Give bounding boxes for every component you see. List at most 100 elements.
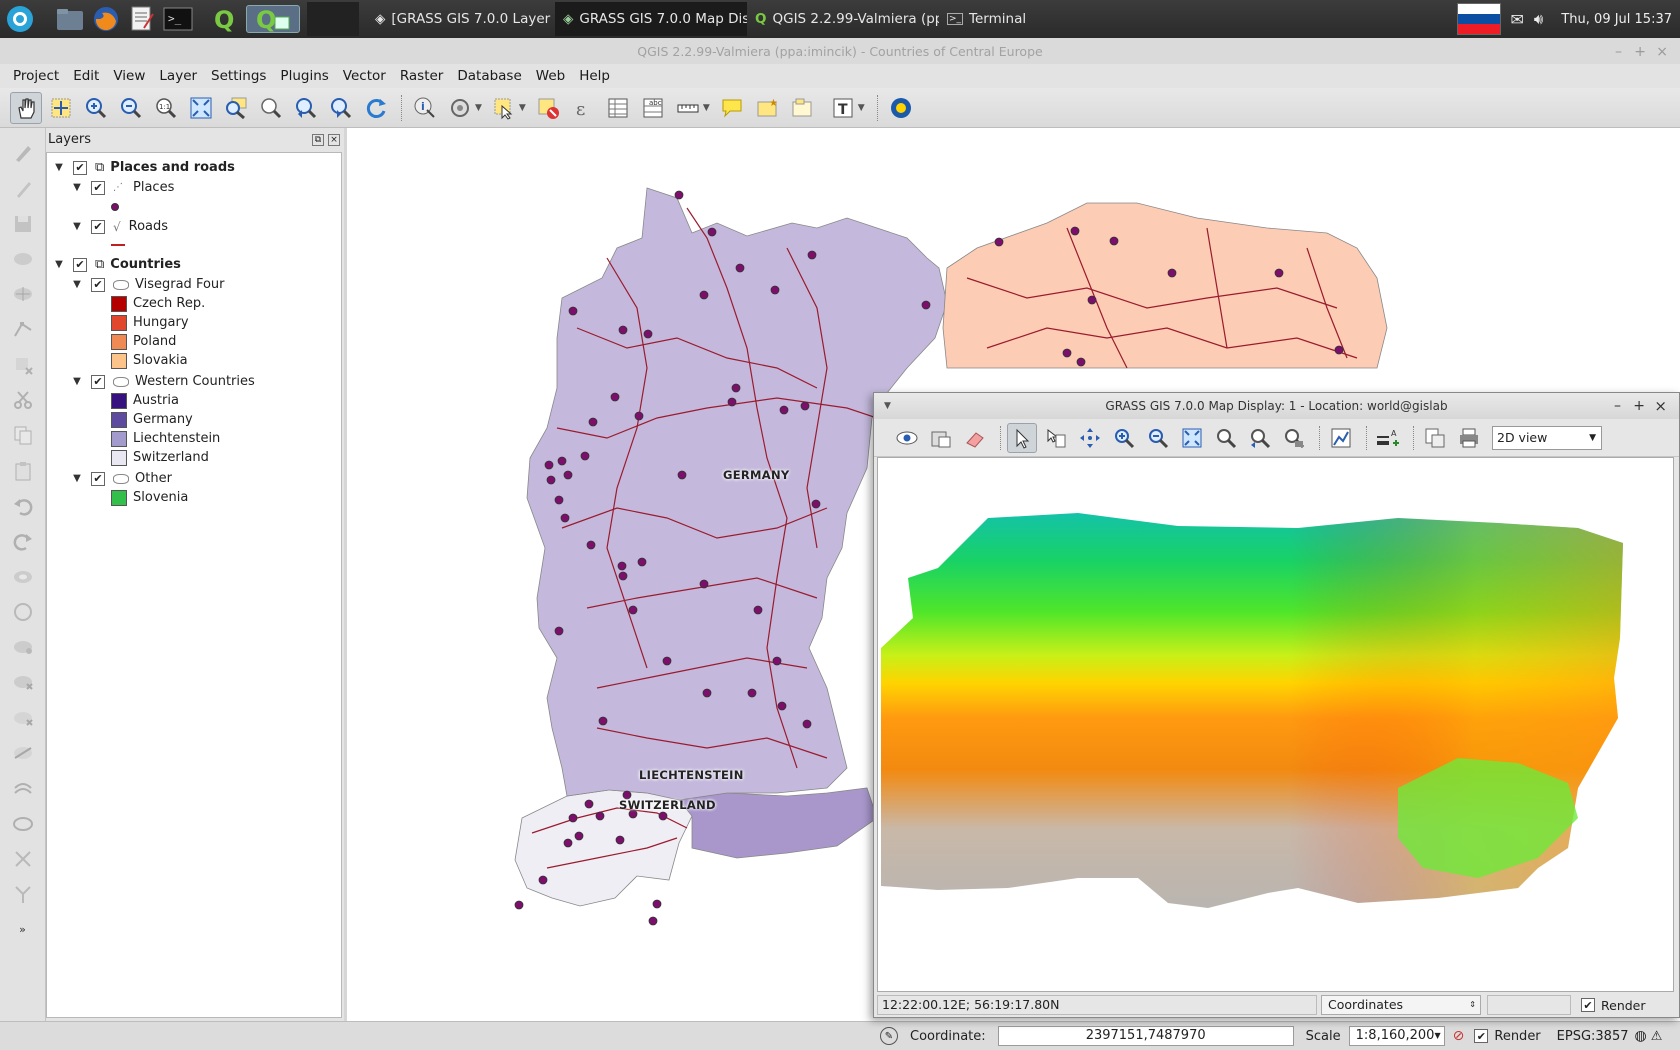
text-editor-icon[interactable] (127, 5, 157, 33)
menu-web[interactable]: Web (529, 68, 572, 84)
query-icon[interactable] (1041, 423, 1071, 453)
delete-selected-icon[interactable] (8, 350, 38, 380)
expand-arrow-icon[interactable]: ▼ (71, 279, 83, 290)
maximize-icon[interactable]: + (1633, 393, 1645, 419)
pointer-icon[interactable] (1007, 422, 1037, 453)
group-countries[interactable]: ▼ ✔ ⧉ Countries (53, 255, 181, 274)
text-annotation-icon[interactable]: T (827, 92, 859, 124)
add-map-elements-icon[interactable]: A (1373, 423, 1403, 453)
chevron-down-icon[interactable]: ▼ (703, 103, 710, 113)
task-qgis[interactable]: Q QGIS 2.2.99-Valmiera (ppa:i... (747, 2, 939, 36)
menu-raster[interactable]: Raster (393, 68, 451, 84)
menu-layer[interactable]: Layer (152, 68, 204, 84)
map-tips-icon[interactable] (716, 92, 748, 124)
layer-visibility-checkbox[interactable]: ✔ (73, 160, 87, 175)
display-map-eye-icon[interactable] (892, 423, 922, 453)
crs-label[interactable]: EPSG:3857 (1557, 1029, 1629, 1044)
delete-ring-icon[interactable] (8, 667, 38, 697)
fill-ring-icon[interactable] (8, 632, 38, 662)
new-bookmark-icon[interactable]: ★ (751, 92, 783, 124)
zoom-in-icon[interactable] (1109, 423, 1139, 453)
undo-icon[interactable] (8, 491, 38, 521)
zoom-layer-icon[interactable] (1211, 423, 1241, 453)
identify-icon[interactable]: i (409, 92, 441, 124)
deselect-all-icon[interactable] (532, 92, 564, 124)
qgis-grass-app-icon[interactable]: Q (246, 5, 300, 33)
split-features-icon[interactable] (8, 844, 38, 874)
expand-arrow-icon[interactable]: ▼ (53, 162, 65, 173)
analyze-map-icon[interactable] (1326, 423, 1356, 453)
erase-display-icon[interactable] (960, 423, 990, 453)
terminal-app-icon[interactable]: >_ (163, 5, 193, 33)
ubuntu-launcher-icon[interactable] (3, 4, 37, 34)
pan-hand-icon[interactable] (10, 91, 42, 124)
layer-places[interactable]: ▼ ✔ ⋰ Places (71, 178, 174, 197)
zoom-extent-icon[interactable] (1177, 423, 1207, 453)
zoom-options-icon[interactable] (1279, 423, 1309, 453)
menu-edit[interactable]: Edit (66, 68, 106, 84)
select-features-icon[interactable] (488, 92, 520, 124)
zoom-to-selection-icon[interactable] (255, 92, 287, 124)
volume-icon[interactable]: 🔊︎ (1534, 10, 1543, 28)
grass-tools-icon[interactable] (885, 92, 917, 124)
render-checkbox[interactable]: ✔ (1474, 1029, 1489, 1043)
stop-render-icon[interactable]: ⊘ (1453, 1028, 1465, 1044)
add-ring-icon[interactable] (8, 562, 38, 592)
view-mode-select[interactable]: 2D view ▼ (1492, 425, 1602, 450)
zoom-to-layer-icon[interactable] (220, 92, 252, 124)
add-part-icon[interactable] (8, 597, 38, 627)
zoom-out-icon[interactable] (1143, 423, 1173, 453)
layer-visibility-checkbox[interactable]: ✔ (73, 257, 87, 272)
minimize-icon[interactable]: – (1614, 393, 1621, 419)
save-edits-icon[interactable] (8, 209, 38, 239)
warning-icon[interactable]: ⚠ (1651, 1029, 1663, 1044)
copy-features-icon[interactable] (8, 420, 38, 450)
close-panel-icon[interactable]: × (328, 134, 340, 146)
toolbar-overflow-icon[interactable]: » (8, 915, 38, 945)
layer-visibility-checkbox[interactable]: ✔ (91, 219, 105, 234)
refresh-icon[interactable] (360, 92, 392, 124)
layer-roads[interactable]: ▼ ✔ √ Roads (71, 217, 168, 236)
layer-western-countries[interactable]: ▼ ✔ Western Countries (71, 372, 255, 391)
statusbar-mode-select[interactable]: Coordinates ⇕ (1321, 995, 1481, 1015)
paste-features-icon[interactable] (8, 456, 38, 486)
messages-icon[interactable]: ✎ (880, 1027, 898, 1045)
menu-help[interactable]: Help (572, 68, 617, 84)
show-bookmarks-icon[interactable] (786, 92, 818, 124)
mail-icon[interactable]: ✉ (1511, 10, 1524, 29)
layer-visegrad-four[interactable]: ▼ ✔ Visegrad Four (71, 275, 224, 294)
chevron-down-icon[interactable]: ▼ (475, 103, 482, 113)
render-checkbox[interactable]: ✔ (1581, 998, 1595, 1012)
expand-arrow-icon[interactable]: ▼ (71, 221, 83, 232)
layer-visibility-checkbox[interactable]: ✔ (91, 374, 105, 389)
pan-arrows-icon[interactable] (1075, 423, 1105, 453)
group-places-and-roads[interactable]: ▼ ✔ ⧉ Places and roads (53, 158, 235, 177)
node-tool-icon[interactable] (8, 314, 38, 344)
render-map-icon[interactable] (926, 423, 956, 453)
move-feature-icon[interactable] (8, 279, 38, 309)
window-menu-icon[interactable]: ▼ (884, 393, 891, 419)
chevron-down-icon[interactable]: ▼ (519, 103, 526, 113)
qgis-app-icon[interactable]: Q (210, 5, 240, 33)
menu-settings[interactable]: Settings (204, 68, 273, 84)
close-icon[interactable]: × (1656, 38, 1668, 66)
zoom-next-icon[interactable] (325, 92, 357, 124)
menu-vector[interactable]: Vector (336, 68, 393, 84)
zoom-out-icon[interactable] (115, 92, 147, 124)
add-feature-icon[interactable] (8, 244, 38, 274)
maximize-icon[interactable]: + (1634, 38, 1646, 66)
menu-plugins[interactable]: Plugins (273, 68, 335, 84)
simplify-feature-icon[interactable] (8, 809, 38, 839)
expand-arrow-icon[interactable]: ▼ (71, 182, 83, 193)
task-terminal[interactable]: >_ Terminal (939, 2, 1059, 36)
expand-arrow-icon[interactable]: ▼ (71, 376, 83, 387)
cut-features-icon[interactable] (8, 385, 38, 415)
merge-features-icon[interactable] (8, 879, 38, 909)
coordinate-field[interactable]: 2397151,7487970 (997, 1026, 1294, 1046)
reshape-features-icon[interactable] (8, 738, 38, 768)
zoom-last-icon[interactable] (290, 92, 322, 124)
menu-project[interactable]: Project (6, 68, 66, 84)
zoom-native-icon[interactable]: 1:1 (150, 92, 182, 124)
layer-visibility-checkbox[interactable]: ✔ (91, 180, 105, 195)
layer-visibility-checkbox[interactable]: ✔ (91, 277, 105, 292)
